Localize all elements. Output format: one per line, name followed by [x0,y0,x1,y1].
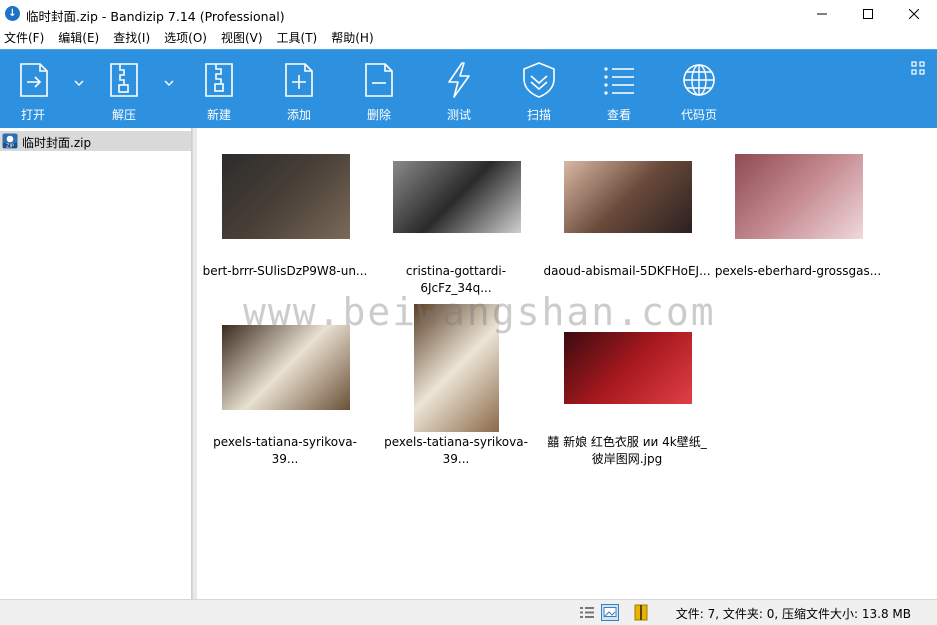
file-item[interactable]: daoud-abismail-5DKFHoEJ... [542,153,712,283]
archive-info-icon[interactable] [632,604,650,621]
menu-tools[interactable]: 工具(T) [277,28,325,49]
file-name: daoud-abismail-5DKFHoEJ... [543,264,711,278]
file-item[interactable]: pexels-tatiana-syrikova-39... [200,303,370,466]
file-name: bert-brrr-SUlisDzP9W8-un... [202,264,368,278]
close-button[interactable] [891,0,937,28]
file-thumbnail [564,332,692,404]
menu-file[interactable]: 文件(F) [4,28,51,49]
delete-button[interactable]: 删除 [349,50,409,129]
add-label: 添加 [286,108,311,122]
extract-button[interactable]: 解压 [94,50,154,129]
tree-item-label: 临时封面.zip [22,136,92,150]
title-bar: ↓ 临时封面.zip - Bandizip 7.14 (Professional… [0,0,937,28]
codepage-button[interactable]: 代码页 [669,50,729,129]
svg-text:ZIP: ZIP [6,144,14,150]
minimize-icon [817,13,827,15]
status-bar: 文件: 7, 文件夹: 0, 压缩文件大小: 13.8 MB [0,599,937,625]
test-button[interactable]: 测试 [429,50,489,129]
zip-file-icon: ZIP [2,133,18,149]
new-label: 新建 [206,108,231,122]
file-name: 囍 新娘 红色衣服 ᴎᴎ 4k壁纸_ 彼岸图网.jpg [547,435,707,466]
tree-item-archive[interactable]: ZIP 临时封面.zip [0,131,191,151]
open-label: 打开 [20,108,45,122]
file-thumbnail [564,161,692,233]
delete-file-icon [365,63,393,97]
file-name: pexels-tatiana-syrikova-39... [213,435,357,466]
bandizip-window: ↓ 临时封面.zip - Bandizip 7.14 (Professional… [0,0,937,625]
menu-view[interactable]: 视图(V) [221,28,270,49]
file-thumbnail [222,154,350,239]
list-view-icon [604,67,634,95]
layout-grid-icon[interactable] [911,61,925,75]
window-title: 临时封面.zip - Bandizip 7.14 (Professional) [26,9,285,24]
toolbar: 打开 解压 新建 添加 删除 测试 扫描 查看 代码页 [0,49,937,128]
file-thumbnail [222,325,350,410]
scan-button[interactable]: 扫描 [509,50,569,129]
file-thumbnail [414,304,499,432]
file-item[interactable]: pexels-tatiana-syrikova-39... [371,303,541,466]
file-name: cristina-gottardi-6JcFz_34q... [405,264,507,295]
bandizip-logo-icon: ↓ [5,6,20,21]
scan-label: 扫描 [526,108,551,122]
file-list: bert-brrr-SUlisDzP9W8-un... cristina-got… [197,128,937,599]
lightning-icon [448,62,470,98]
new-archive-button[interactable]: 新建 [189,50,249,129]
close-icon [909,9,919,19]
view-label: 查看 [606,108,631,122]
status-summary: 文件: 7, 文件夹: 0, 压缩文件大小: 13.8 MB [675,607,911,621]
menu-find[interactable]: 查找(I) [113,28,157,49]
view-button[interactable]: 查看 [589,50,649,129]
maximize-button[interactable] [845,0,891,28]
thumbnail-view-icon[interactable] [601,604,619,621]
file-thumbnail [735,154,863,239]
open-archive-icon [20,63,48,97]
maximize-icon [863,9,873,19]
file-name: pexels-tatiana-syrikova-39... [384,435,528,466]
menu-help[interactable]: 帮助(H) [331,28,380,49]
open-dropdown-icon[interactable] [73,77,85,89]
file-thumbnail [393,161,521,233]
add-file-icon [285,63,313,97]
minimize-button[interactable] [799,0,845,28]
add-button[interactable]: 添加 [269,50,329,129]
extract-dropdown-icon[interactable] [163,77,175,89]
extract-label: 解压 [111,108,136,122]
file-item[interactable]: bert-brrr-SUlisDzP9W8-un... [200,153,370,283]
codepage-label: 代码页 [680,108,717,122]
menu-options[interactable]: 选项(O) [164,28,214,49]
delete-label: 删除 [366,108,391,122]
file-item[interactable]: 囍 新娘 红色衣服 ᴎᴎ 4k壁纸_ 彼岸图网.jpg [542,303,712,466]
shield-icon [523,62,555,98]
open-button[interactable]: 打开 [3,50,63,129]
globe-icon [683,64,715,96]
menu-bar: 文件(F) 编辑(E) 查找(I) 选项(O) 视图(V) 工具(T) 帮助(H… [0,28,937,49]
folder-tree: ZIP 临时封面.zip [0,128,192,599]
file-item[interactable]: pexels-eberhard-grossgas... [713,153,883,283]
test-label: 测试 [446,108,471,122]
menu-edit[interactable]: 编辑(E) [58,28,106,49]
details-view-icon[interactable] [578,604,596,621]
file-item[interactable]: cristina-gottardi-6JcFz_34q... [371,153,541,295]
file-name: pexels-eberhard-grossgas... [714,264,882,278]
extract-icon [110,63,138,97]
new-archive-icon [205,63,233,97]
